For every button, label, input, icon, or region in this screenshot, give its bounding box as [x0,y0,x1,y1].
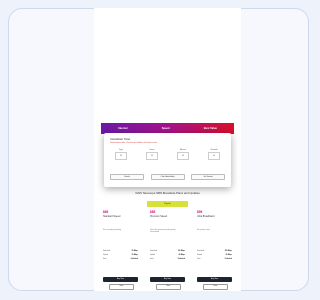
spec-value: 20 Mbps [131,255,138,256]
check-availability-button[interactable]: Check Availability [150,174,185,180]
spec-value: 40 Mbps [178,255,185,256]
spec-row: Data Unlimited [150,259,185,260]
spec-value: Unlimited [177,259,185,260]
plan-price: $85 [150,210,156,214]
buy-button[interactable]: Buy Now [103,277,138,282]
more-button[interactable]: More [109,284,134,290]
countdown-label: Hours [149,149,155,151]
plan-specs: Download 100 Mbps Upload 40 Mbps Data Unlim… [150,251,185,263]
plan-card: $69 Standard Speed For everyday browsing… [100,201,141,291]
spec-key: Upload [197,255,203,256]
countdown-value: 00 [146,152,158,160]
spec-key: Upload [103,255,109,256]
spec-value: Unlimited [224,259,232,260]
countdown-unit: Hours 00 [141,149,163,160]
plan-description: Great for streaming and gaming household… [150,229,176,234]
modal-title: Countdown Timer [110,138,131,141]
countdown-value: 00 [177,152,189,160]
spec-key: Data [197,259,201,260]
spec-key: Data [103,259,107,260]
get-started-button[interactable]: Get Started [191,174,225,180]
countdown-unit: Days 00 [110,149,132,160]
plan-card: Popular $85 Premium Speed Great for stre… [147,201,188,291]
buy-button[interactable]: Buy Now [197,277,232,282]
countdown-unit: Seconds 00 [203,149,225,160]
plan-list: $69 Standard Speed For everyday browsing… [100,201,235,291]
modal-subtitle: Limited-time offer. Get the deal before … [110,142,158,144]
plan-price: $99 [197,210,203,214]
spec-row: Data Unlimited [103,259,138,260]
spec-row: Upload 25 Mbps [197,255,232,256]
spec-row: Download 250 Mbps [197,251,232,252]
plan-card: $99 Ultra Broadband For power users Down… [194,201,235,291]
plan-description: For power users [197,229,210,231]
spec-key: Download [103,251,111,252]
plan-specs: Download 250 Mbps Upload 25 Mbps Data Unlim… [197,251,232,263]
section-heading: GWS Telecoupe NBN Broadside Plans and Up… [135,191,200,195]
spec-row: Upload 40 Mbps [150,255,185,256]
banner-item: Internet [118,127,128,130]
modal-actions: Details Check Availability Get Started [110,174,225,180]
spec-row: Download 100 Mbps [150,251,185,252]
spec-key: Data [150,259,154,260]
spec-value: 50 Mbps [131,251,138,252]
banner-item: Speed [161,127,170,130]
spec-value: Unlimited [130,259,138,260]
countdown-value: 00 [115,152,127,160]
spec-row: Upload 20 Mbps [103,255,138,256]
countdown-label: Days [118,149,124,151]
plan-name: Premium Speed [150,215,168,218]
more-button[interactable]: More [203,284,228,290]
countdown-label: Minutes [179,149,187,151]
banner-item: Best Value [203,127,217,130]
buy-button[interactable]: Buy Now [150,277,185,282]
popular-badge: Popular [147,201,188,207]
plan-name: Standard Speed [103,215,121,218]
mobile-page: Internet Speed Best Value Countdown Time… [94,8,241,291]
more-button[interactable]: More [156,284,181,290]
spec-key: Download [197,251,205,252]
plan-name: Ultra Broadband [197,215,215,218]
spec-row: Download 50 Mbps [103,251,138,252]
countdown-label: Seconds [210,149,218,151]
countdown-modal: Countdown Timer Limited-time offer. Get … [104,133,231,187]
spec-value: 250 Mbps [224,251,232,252]
details-button[interactable]: Details [110,174,144,180]
countdown-value: 00 [208,152,220,160]
spec-key: Upload [150,255,156,256]
spec-row: Data Unlimited [197,259,232,260]
plan-price: $69 [103,210,109,214]
spec-value: 100 Mbps [177,251,185,252]
plan-description: For everyday browsing [103,229,122,231]
countdown-timer: Days 00 Hours 00 Minutes 00 Seconds 00 [110,149,225,160]
countdown-unit: Minutes 00 [172,149,194,160]
spec-value: 25 Mbps [225,255,232,256]
plan-specs: Download 50 Mbps Upload 20 Mbps Data Unlimi… [103,251,138,263]
spec-key: Download [150,251,158,252]
